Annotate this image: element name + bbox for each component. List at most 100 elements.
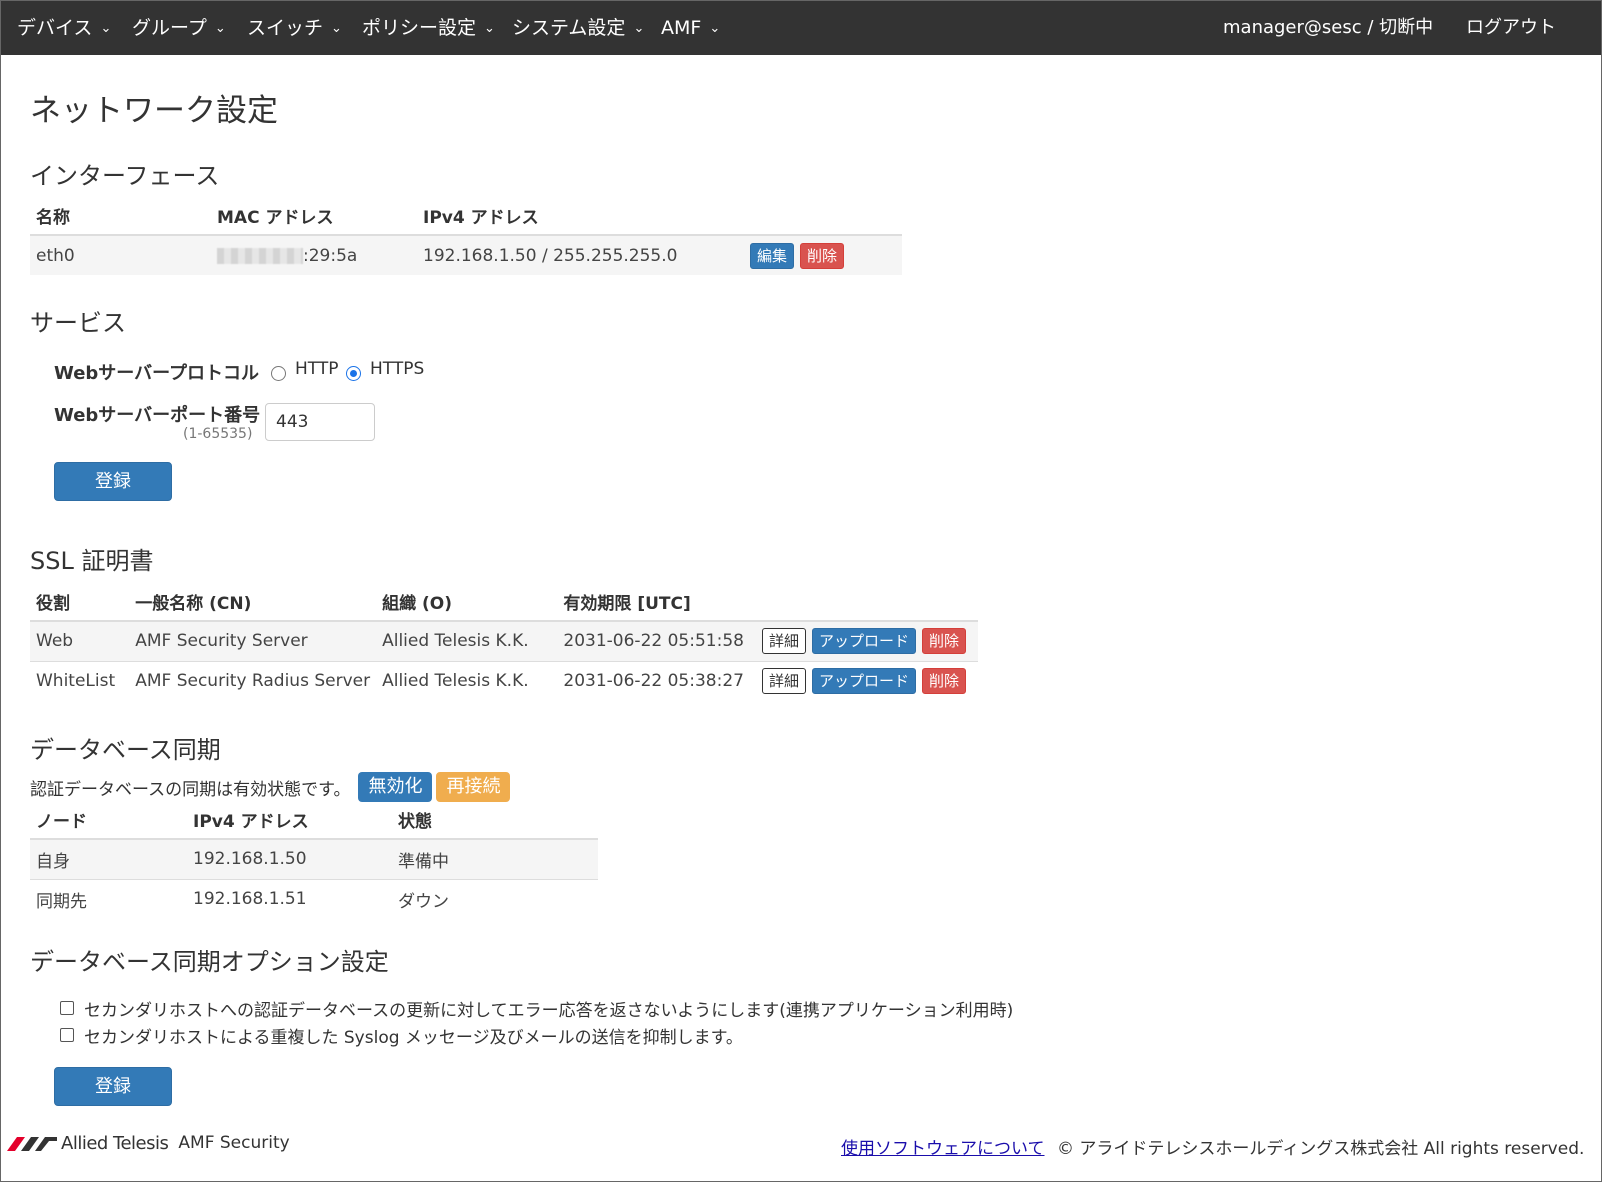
nav-groups-label: グループ [132, 17, 207, 39]
col-name: 名称 [30, 197, 211, 236]
user-name: manager@sesc [1223, 17, 1362, 38]
http-radio[interactable] [271, 366, 286, 381]
dbsync-status-row: 認証データベースの同期は有効状態です。 無効化 再接続 [30, 772, 511, 802]
interface-table: 名称 MAC アドレス IPv4 アドレス eth0 :29:5a 192.16… [30, 197, 902, 275]
col-state: 状態 [392, 801, 598, 840]
service-submit-button[interactable]: 登録 [54, 462, 172, 501]
chevron-down-icon: ⌄ [331, 21, 342, 36]
interface-actions: 編集 削除 [744, 235, 902, 275]
cert-cn: AMF Security Server [129, 621, 377, 662]
cert-org: Allied Telesis K.K. [382, 671, 529, 692]
node-state: 準備中 [392, 839, 598, 880]
table-row: WhiteList AMF Security Radius Server All… [30, 661, 978, 701]
node-ip: 192.168.1.50 [187, 839, 392, 880]
https-radio-label[interactable]: HTTPS [370, 359, 424, 379]
dbsync-table: ノード IPv4 アドレス 状態 自身 192.168.1.50 準備中 同期先… [30, 801, 598, 919]
interface-mac: :29:5a [211, 235, 417, 275]
node-ip: 192.168.1.51 [193, 889, 307, 910]
cert-actions: 詳細 アップロード 削除 [756, 661, 978, 701]
redacted-mac [217, 247, 303, 264]
dbsync-status-text: 認証データベースの同期は有効状態です。 [30, 779, 351, 800]
nav-devices[interactable]: デバイス ⌄ [17, 1, 111, 55]
table-header-row: 役割 一般名称 (CN) 組織 (O) 有効期限 [UTC] [30, 583, 978, 622]
col-actions [744, 197, 902, 236]
col-expiry: 有効期限 [UTC] [557, 583, 756, 622]
upload-button[interactable]: アップロード [811, 628, 916, 655]
chevron-down-icon: ⌄ [709, 21, 721, 36]
cert-cn: AMF Security Radius Server [135, 671, 371, 692]
table-header-row: ノード IPv4 アドレス 状態 [30, 801, 598, 840]
col-mac: MAC アドレス [211, 197, 417, 236]
ssl-table: 役割 一般名称 (CN) 組織 (O) 有効期限 [UTC] Web AMF S… [30, 583, 978, 701]
col-role: 役割 [30, 583, 130, 622]
cert-org: Allied Telesis K.K. [376, 621, 558, 662]
chevron-down-icon: ⌄ [633, 21, 645, 36]
disable-sync-button[interactable]: 無効化 [358, 772, 433, 802]
table-row: Web AMF Security Server Allied Telesis K… [30, 621, 978, 662]
nav-devices-label: デバイス [17, 17, 93, 39]
col-node: ノード [30, 801, 187, 840]
cert-role: Web [30, 621, 130, 662]
col-ipv4: IPv4 アドレス [187, 801, 392, 840]
nav-amf-label: AMF [661, 17, 702, 39]
detail-button[interactable]: 詳細 [761, 668, 806, 695]
option-checkbox-1[interactable] [60, 1001, 74, 1015]
ssl-heading: SSL 証明書 [30, 547, 154, 575]
delete-button[interactable]: 削除 [921, 668, 966, 695]
port-hint: (1-65535) [183, 426, 253, 442]
col-org: 組織 (O) [376, 583, 558, 622]
allied-telesis-logo-icon [7, 1137, 57, 1151]
nav-switches[interactable]: スイッチ ⌄ [247, 1, 342, 55]
nav-switches-label: スイッチ [247, 17, 324, 39]
nav-policy[interactable]: ポリシー設定 ⌄ [362, 1, 495, 55]
delete-button[interactable]: 削除 [800, 242, 845, 269]
nav-amf[interactable]: AMF ⌄ [661, 1, 720, 55]
http-radio-label[interactable]: HTTP [295, 359, 339, 379]
col-ipv4: IPv4 アドレス [417, 197, 744, 236]
cert-expiry: 2031-06-22 05:51:58 [557, 621, 756, 662]
option-label-2[interactable]: セカンダリホストによる重複した Syslog メッセージ及びメールの送信を抑制し… [84, 1023, 743, 1048]
mac-suffix: :29:5a [303, 245, 358, 266]
connection-status: / 切断中 [1367, 17, 1434, 38]
page-title: ネットワーク設定 [30, 93, 278, 129]
logout-link[interactable]: ログアウト [1466, 1, 1556, 55]
dbsync-heading: データベース同期 [30, 736, 221, 764]
options-submit-button[interactable]: 登録 [54, 1067, 172, 1106]
port-input[interactable]: 443 [265, 403, 375, 441]
interface-heading: インターフェース [30, 162, 220, 190]
cert-role: WhiteList [36, 671, 116, 692]
brand-name: Allied Telesis [61, 1132, 169, 1154]
node-name: 自身 [30, 839, 187, 880]
service-heading: サービス [30, 309, 126, 337]
https-radio[interactable] [346, 366, 361, 381]
reconnect-button[interactable]: 再接続 [436, 772, 511, 802]
option-label-1[interactable]: セカンダリホストへの認証データベースの更新に対してエラー応答を返さないようにしま… [84, 996, 1013, 1021]
nav-groups[interactable]: グループ ⌄ [132, 1, 226, 55]
copyright-text: © アライドテレシスホールディングス株式会社 All rights reserv… [1057, 1139, 1585, 1159]
upload-button[interactable]: アップロード [811, 668, 916, 695]
table-row: eth0 :29:5a 192.168.1.50 / 255.255.255.0… [30, 235, 902, 275]
port-label: Webサーバーポート番号 [54, 405, 261, 426]
cert-actions: 詳細 アップロード 削除 [755, 621, 978, 662]
detail-button[interactable]: 詳細 [761, 628, 806, 655]
interface-ipv4: 192.168.1.50 / 255.255.255.0 [417, 235, 744, 275]
node-name: 同期先 [36, 891, 87, 912]
top-navbar: デバイス ⌄ グループ ⌄ スイッチ ⌄ ポリシー設定 ⌄ システム設定 ⌄ AMF ⌄ m… [1, 1, 1601, 55]
chevron-down-icon: ⌄ [214, 21, 226, 36]
product-name: AMF Security [178, 1133, 290, 1153]
interface-name: eth0 [30, 235, 211, 275]
edit-button[interactable]: 編集 [750, 242, 795, 269]
col-actions [755, 583, 978, 622]
option-checkbox-2[interactable] [60, 1028, 74, 1042]
chevron-down-icon: ⌄ [484, 21, 495, 36]
nav-system[interactable]: システム設定 ⌄ [512, 1, 644, 55]
user-status: manager@sesc / 切断中 [1223, 1, 1433, 55]
delete-button[interactable]: 削除 [921, 628, 966, 655]
col-cn: 一般名称 (CN) [129, 583, 377, 622]
cert-expiry: 2031-06-22 05:38:27 [563, 671, 744, 692]
chevron-down-icon: ⌄ [100, 21, 112, 36]
software-info-link[interactable]: 使用ソフトウェアについて [841, 1134, 1045, 1159]
table-row: 自身 192.168.1.50 準備中 [30, 839, 598, 880]
nav-policy-label: ポリシー設定 [362, 17, 477, 39]
table-row: 同期先 192.168.1.51 ダウン [30, 879, 598, 919]
